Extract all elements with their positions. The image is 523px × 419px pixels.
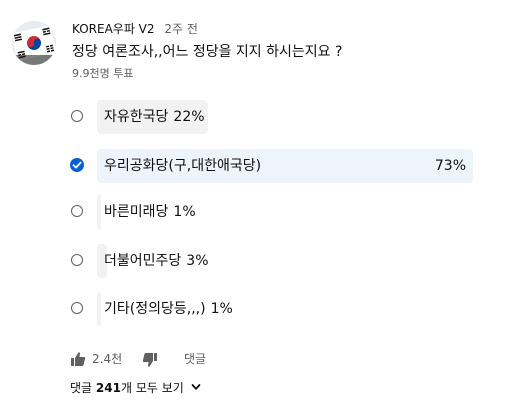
poll-option-label: 더불어민주당 xyxy=(104,253,182,269)
thumbs-down-icon[interactable] xyxy=(142,352,158,371)
reply-button[interactable]: 댓글 xyxy=(184,350,206,368)
poll-option-percent: 73% xyxy=(434,158,466,174)
poll-option-label: 기타(정의당등,,,) xyxy=(104,301,206,317)
channel-avatar[interactable] xyxy=(12,21,56,65)
poll-option[interactable]: 자유한국당 22% xyxy=(66,100,476,134)
view-all-comments-link[interactable]: 댓글 241개 모두 보기 xyxy=(70,379,201,397)
korean-flag-icon xyxy=(12,21,56,65)
post-header: KOREA우파 V2 2주 전 xyxy=(72,21,198,37)
thumbs-up-icon[interactable] xyxy=(70,351,86,370)
poll-option[interactable]: 기타(정의당등,,,) 1% xyxy=(66,292,476,326)
poll-option-text: 바른미래당 1% xyxy=(104,195,196,229)
poll-option-selected[interactable]: 우리공화당(구,대한애국당) 73% xyxy=(66,149,476,183)
chevron-down-icon xyxy=(191,379,201,397)
community-poll-post: KOREA우파 V2 2주 전 정당 여론조사,,어느 정당을 지지 하시는지요… xyxy=(0,0,523,419)
radio-button[interactable] xyxy=(71,254,83,266)
checked-radio-icon[interactable] xyxy=(70,158,84,172)
poll-question: 정당 여론조사,,어느 정당을 지지 하시는지요 ? xyxy=(72,44,343,60)
poll-result-bar xyxy=(97,292,101,326)
poll-option-text: 자유한국당 22% xyxy=(104,100,205,134)
channel-name-link[interactable]: KOREA우파 V2 xyxy=(72,22,155,36)
comments-suffix: 개 모두 보기 xyxy=(120,381,184,395)
poll-option-text: 우리공화당(구,대한애국당) xyxy=(104,149,261,183)
vote-count: 9.9천명 투표 xyxy=(72,67,134,80)
poll-option[interactable]: 더불어민주당 3% xyxy=(66,244,476,278)
poll-option-percent: 1% xyxy=(210,301,233,317)
poll-option-label: 바른미래당 xyxy=(104,204,169,220)
comments-count: 241 xyxy=(95,381,121,395)
poll-result-bar xyxy=(97,195,101,229)
post-time[interactable]: 2주 전 xyxy=(164,22,198,36)
radio-button[interactable] xyxy=(71,205,83,217)
poll-option-label: 우리공화당(구,대한애국당) xyxy=(104,158,262,174)
radio-button[interactable] xyxy=(71,110,83,122)
poll-option-percent: 1% xyxy=(173,204,196,220)
poll-option-text: 더불어민주당 3% xyxy=(104,244,209,278)
poll-option[interactable]: 바른미래당 1% xyxy=(66,195,476,229)
poll-option-label: 자유한국당 xyxy=(104,109,169,125)
poll-option-percent: 22% xyxy=(173,109,205,125)
comments-prefix: 댓글 xyxy=(70,381,93,395)
like-count: 2.4천 xyxy=(92,352,123,366)
poll-option-percent: 3% xyxy=(186,253,209,269)
poll-option-text: 기타(정의당등,,,) 1% xyxy=(104,292,233,326)
radio-button[interactable] xyxy=(71,302,83,314)
